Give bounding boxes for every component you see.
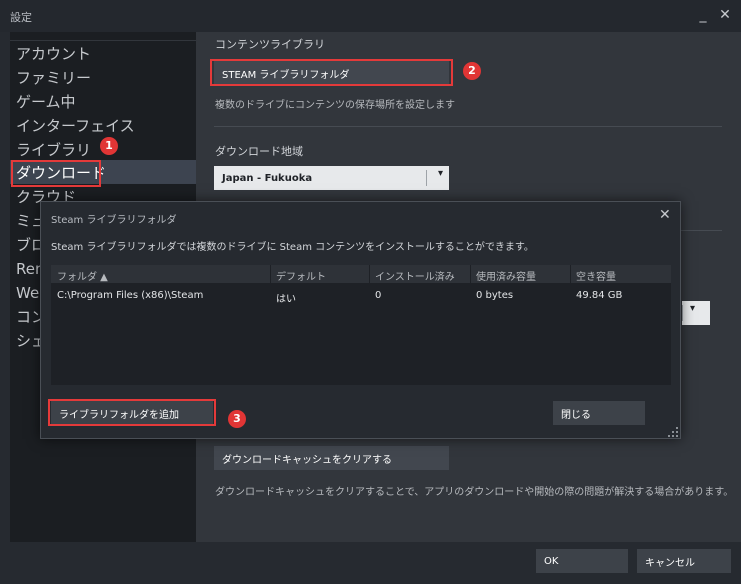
column-header-installed[interactable]: インストール済み: [375, 268, 455, 283]
sidebar-item-family[interactable]: ファミリー: [16, 66, 91, 90]
sidebar-item-interface[interactable]: インターフェイス: [16, 114, 135, 138]
cell-folder: C:\Program Files (x86)\Steam: [57, 290, 204, 301]
content-library-heading: コンテンツライブラリ: [215, 38, 325, 51]
section-divider: [214, 126, 722, 127]
dialog-close-icon[interactable]: ✕: [659, 207, 671, 223]
table-header: フォルダ ▲ デフォルト インストール済み 使用済み容量 空き容量: [51, 265, 671, 283]
sidebar-divider: [10, 32, 196, 41]
title-bar: 設定 _ ✕: [0, 0, 741, 32]
content-library-description: 複数のドライブにコンテンツの保存場所を設定します: [215, 100, 455, 111]
column-divider: [369, 265, 370, 283]
cell-default: はい: [276, 294, 296, 305]
download-region-heading: ダウンロード地域: [215, 145, 303, 158]
chevron-down-icon: ▾: [437, 168, 443, 179]
highlight-add-folder: [48, 399, 216, 426]
ok-button[interactable]: OK: [536, 549, 628, 573]
download-region-select[interactable]: Japan - Fukuoka ▾: [214, 166, 449, 190]
cell-installed: 0: [375, 290, 382, 301]
cancel-button[interactable]: キャンセル: [637, 549, 731, 573]
cell-free: 49.84 GB: [576, 290, 623, 301]
resize-grip-icon[interactable]: [668, 427, 678, 437]
column-divider: [570, 265, 571, 283]
column-header-free[interactable]: 空き容量: [576, 268, 616, 283]
column-header-folder[interactable]: フォルダ ▲: [57, 268, 108, 283]
column-header-default[interactable]: デフォルト: [276, 268, 326, 283]
sidebar-item-in-game[interactable]: ゲーム中: [16, 90, 76, 114]
chevron-down-icon-2: ▾: [690, 303, 696, 314]
step-badge-2: 2: [463, 62, 481, 80]
sidebar-item-account[interactable]: アカウント: [16, 42, 91, 66]
minimize-icon[interactable]: _: [694, 6, 712, 24]
clear-download-cache-button[interactable]: ダウンロードキャッシュをクリアする: [214, 446, 449, 470]
clear-cache-description: ダウンロードキャッシュをクリアすることで、アプリのダウンロードや開始の際の問題が…: [215, 487, 734, 498]
highlight-downloads: [11, 160, 101, 187]
dialog-close-button[interactable]: 閉じる: [553, 401, 645, 425]
step-badge-3: 3: [228, 410, 246, 428]
highlight-library-folders: [210, 59, 453, 86]
window-title: 設定: [10, 11, 32, 24]
download-region-value: Japan - Fukuoka: [222, 172, 313, 184]
sidebar-item-library[interactable]: ライブラリ: [16, 138, 91, 162]
step-badge-1: 1: [100, 137, 118, 155]
column-divider: [470, 265, 471, 283]
sidebar-item-web-browser[interactable]: We: [16, 281, 39, 305]
cell-used: 0 bytes: [476, 290, 514, 301]
close-icon[interactable]: ✕: [716, 6, 734, 24]
column-header-used[interactable]: 使用済み容量: [476, 268, 536, 283]
column-divider: [270, 265, 271, 283]
bandwidth-select-partial[interactable]: ▾: [682, 301, 710, 325]
dialog-description: Steam ライブラリフォルダでは複数のドライブに Steam コンテンツをイン…: [51, 242, 534, 253]
library-folders-table: フォルダ ▲ デフォルト インストール済み 使用済み容量 空き容量 C:\Pro…: [51, 265, 671, 385]
dropdown-separator: [426, 170, 427, 186]
dialog-title: Steam ライブラリフォルダ: [51, 215, 177, 226]
dropdown-separator-2: [682, 305, 683, 321]
